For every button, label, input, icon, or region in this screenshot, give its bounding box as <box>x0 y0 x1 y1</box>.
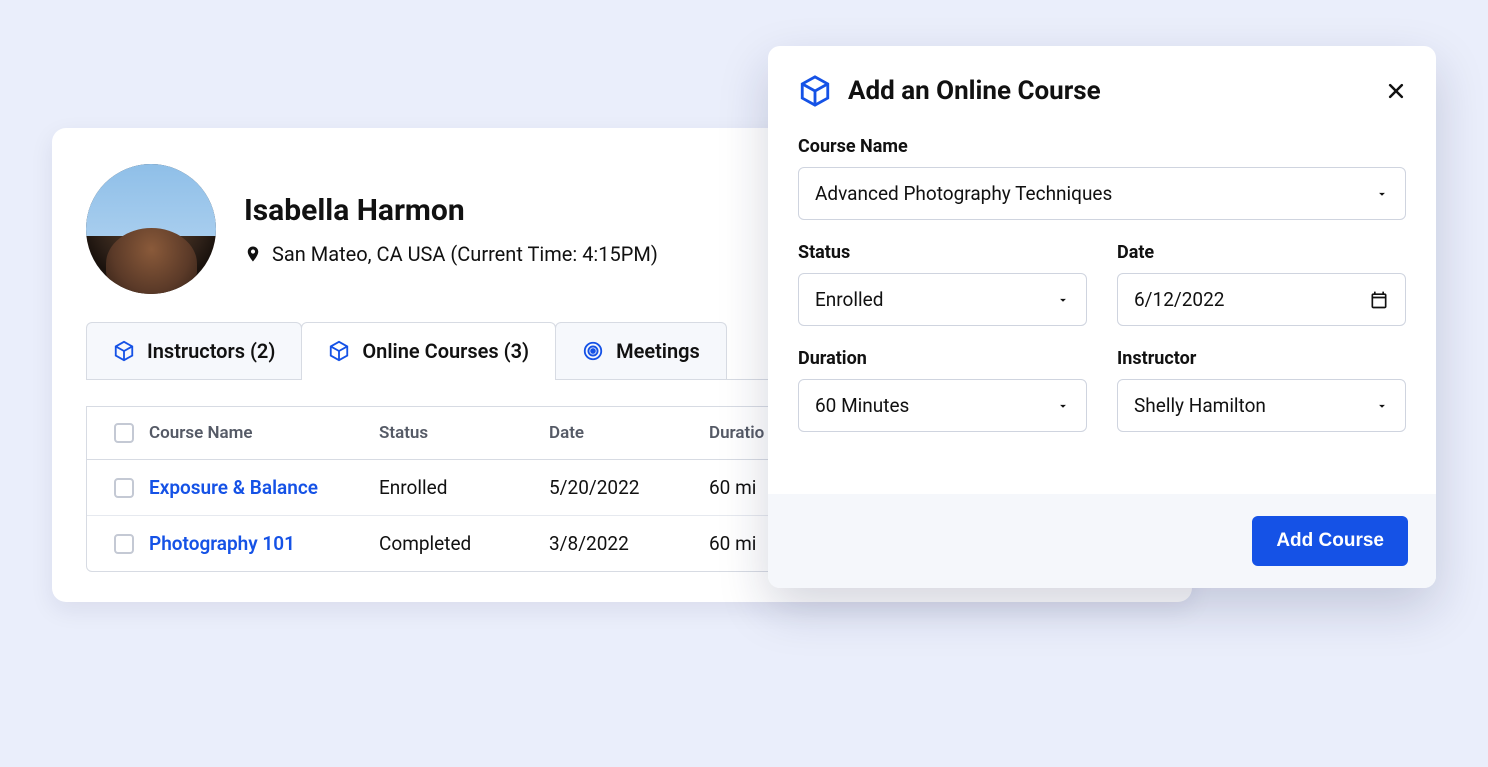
modal-footer: Add Course <box>768 494 1436 588</box>
tab-online-courses[interactable]: Online Courses (3) <box>301 322 556 379</box>
col-status: Status <box>379 423 549 443</box>
chevron-down-icon <box>1375 187 1389 201</box>
select-all-checkbox[interactable] <box>114 423 134 443</box>
profile-location-text: San Mateo, CA USA (Current Time: 4:15PM) <box>272 242 658 266</box>
course-link[interactable]: Photography 101 <box>149 532 379 555</box>
select-course-name-value: Advanced Photography Techniques <box>815 182 1112 205</box>
cube-icon <box>798 74 832 108</box>
chevron-down-icon <box>1375 399 1389 413</box>
modal-header: Add an Online Course <box>768 46 1436 118</box>
col-date: Date <box>549 423 709 443</box>
row-status: Enrolled <box>379 476 549 499</box>
select-instructor[interactable]: Shelly Hamilton <box>1117 379 1406 432</box>
bullseye-icon <box>582 340 604 362</box>
close-icon[interactable] <box>1386 81 1406 101</box>
cube-icon <box>113 340 135 362</box>
course-link[interactable]: Exposure & Balance <box>149 476 379 499</box>
tab-instructors[interactable]: Instructors (2) <box>86 322 302 379</box>
tab-meetings-label: Meetings <box>616 339 700 363</box>
select-instructor-value: Shelly Hamilton <box>1134 394 1266 417</box>
input-date-value: 6/12/2022 <box>1134 288 1224 311</box>
select-status[interactable]: Enrolled <box>798 273 1087 326</box>
label-course-name: Course Name <box>798 136 1406 157</box>
modal-body: Course Name Advanced Photography Techniq… <box>768 118 1436 494</box>
avatar <box>86 164 216 294</box>
tab-online-courses-label: Online Courses (3) <box>362 339 529 363</box>
field-course-name: Course Name Advanced Photography Techniq… <box>798 136 1406 220</box>
field-duration: Duration 60 Minutes <box>798 348 1087 432</box>
label-status: Status <box>798 242 1087 263</box>
modal-title: Add an Online Course <box>848 76 1101 106</box>
row-status: Completed <box>379 532 549 555</box>
row-date: 3/8/2022 <box>549 532 709 555</box>
row-checkbox[interactable] <box>114 534 134 554</box>
field-status: Status Enrolled <box>798 242 1087 326</box>
location-pin-icon <box>244 243 262 265</box>
label-duration: Duration <box>798 348 1087 369</box>
cube-icon <box>328 340 350 362</box>
select-duration[interactable]: 60 Minutes <box>798 379 1087 432</box>
label-instructor: Instructor <box>1117 348 1406 369</box>
label-date: Date <box>1117 242 1406 263</box>
tab-meetings[interactable]: Meetings <box>555 322 727 379</box>
field-date: Date 6/12/2022 <box>1117 242 1406 326</box>
row-checkbox[interactable] <box>114 478 134 498</box>
col-course-name: Course Name <box>149 423 379 443</box>
add-course-modal: Add an Online Course Course Name Advance… <box>768 46 1436 588</box>
tab-instructors-label: Instructors (2) <box>147 339 275 363</box>
add-course-button[interactable]: Add Course <box>1252 516 1408 566</box>
field-instructor: Instructor Shelly Hamilton <box>1117 348 1406 432</box>
chevron-down-icon <box>1056 399 1070 413</box>
select-status-value: Enrolled <box>815 288 883 311</box>
row-date: 5/20/2022 <box>549 476 709 499</box>
select-duration-value: 60 Minutes <box>815 394 909 417</box>
calendar-icon <box>1369 290 1389 310</box>
select-course-name[interactable]: Advanced Photography Techniques <box>798 167 1406 220</box>
chevron-down-icon <box>1056 293 1070 307</box>
input-date[interactable]: 6/12/2022 <box>1117 273 1406 326</box>
